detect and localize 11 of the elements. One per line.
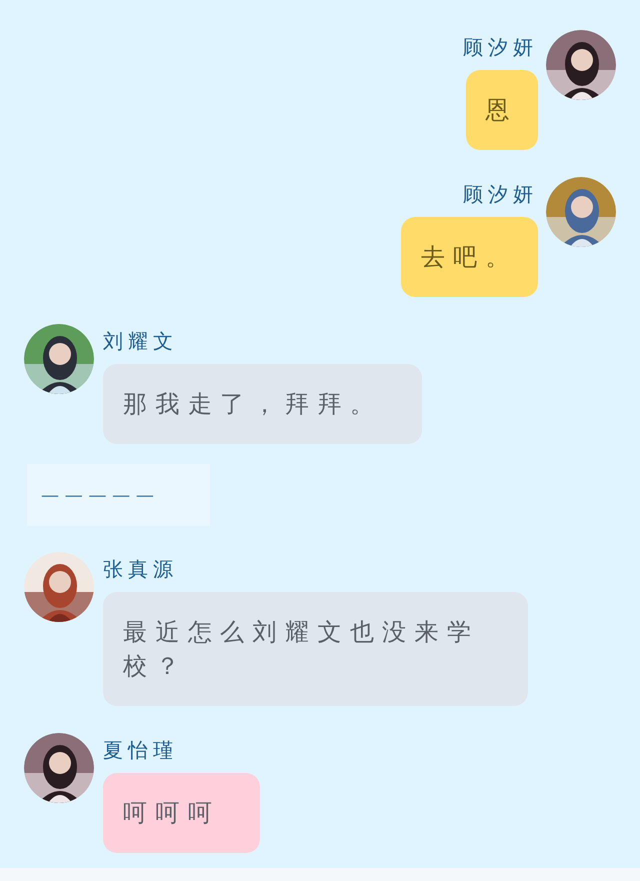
sender-name: 张真源 bbox=[103, 556, 178, 583]
message-bubble: 去吧。 bbox=[400, 217, 538, 297]
message-bubble: 呵呵呵 bbox=[103, 773, 260, 853]
sender-name: 顾汐妍 bbox=[463, 181, 538, 208]
sender-name: 顾汐妍 bbox=[463, 34, 538, 61]
divider-note: — — — — — bbox=[27, 464, 210, 526]
message-bubble: 那我走了，拜拜。 bbox=[103, 364, 422, 444]
sender-name: 夏怡瑾 bbox=[103, 737, 178, 764]
message-bubble: 恩 bbox=[466, 70, 538, 150]
sender-name: 刘耀文 bbox=[103, 328, 178, 355]
message-bubble: 最近怎么刘耀文也没来学校？ bbox=[103, 592, 528, 706]
